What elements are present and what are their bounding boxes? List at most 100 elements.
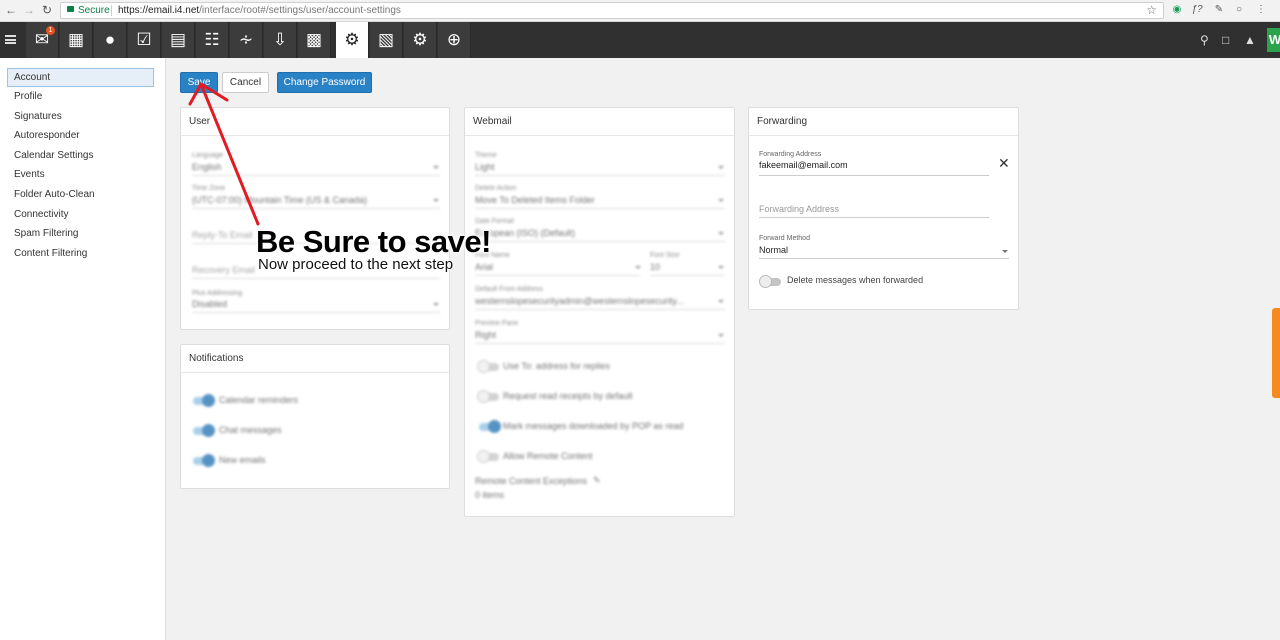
use-to-address-toggle[interactable] (477, 360, 499, 373)
files-button[interactable]: ⇩ (264, 22, 297, 58)
chat-icon[interactable]: □ (1222, 33, 1229, 47)
reload-icon[interactable]: ↻ (40, 3, 54, 17)
preview-pane-select[interactable]: Right (475, 330, 496, 340)
change-password-button[interactable]: Change Password (277, 72, 372, 93)
back-icon[interactable]: ← (4, 3, 18, 17)
add-button[interactable]: ⊕ (438, 22, 471, 58)
browser-menu-icon[interactable]: ⋮ (1254, 3, 1268, 17)
cancel-button[interactable]: Cancel (222, 72, 269, 93)
read-receipts-toggle[interactable] (477, 390, 499, 403)
secure-indicator[interactable]: Secure (67, 5, 110, 16)
eyedropper-extension-icon[interactable]: ✎ (1212, 3, 1226, 17)
admin-settings-button[interactable]: ⚙ (404, 22, 437, 58)
chevron-down-icon (433, 303, 439, 306)
calendar-reminders-toggle[interactable] (193, 394, 215, 407)
hamburger-menu-icon[interactable] (5, 35, 16, 44)
toggle-label: Allow Remote Content (503, 451, 593, 461)
user-card-title: User (189, 116, 211, 127)
reply-to-email-field[interactable]: Reply-To Email (192, 230, 253, 240)
sidebar-item-events[interactable]: Events (14, 169, 45, 180)
toggle-knob (202, 454, 215, 467)
plus-addressing-select[interactable]: Disabled (192, 299, 227, 309)
chat-messages-toggle[interactable] (193, 424, 215, 437)
sidebar-item-folder-auto-clean[interactable]: Folder Auto-Clean (14, 189, 95, 200)
chevron-down-icon (718, 199, 724, 202)
field-underline (759, 217, 989, 218)
forwarding-address-input[interactable]: fakeemail@email.com (759, 160, 848, 170)
edit-pencil-icon[interactable]: ✎ (593, 475, 601, 486)
field-underline (759, 175, 989, 176)
language-select[interactable]: English (192, 162, 222, 172)
app-toolbar: ✉ 1 ▦ ● ☑ ▤ ☷ ∻ ⇩ ▩ ⚙ ▧ ⚙ ⊕ ⚲ □ ▲ (0, 22, 1280, 58)
reports-button[interactable]: ▩ (298, 22, 331, 58)
new-emails-toggle[interactable] (193, 454, 215, 467)
field-underline (475, 275, 640, 276)
chevron-down-icon (433, 166, 439, 169)
chevron-down-icon (718, 334, 724, 337)
gear-icon: ⚙ (344, 30, 360, 49)
language-label: Language (192, 152, 224, 159)
bookmark-star-icon[interactable]: ☆ (1146, 3, 1157, 17)
web-extension-icon[interactable]: ○ (1232, 3, 1246, 17)
save-button[interactable]: Save (180, 72, 218, 93)
remote-content-exceptions-label: Remote Content Exceptions (475, 476, 588, 486)
new-forwarding-address-input[interactable]: Forwarding Address (759, 204, 839, 214)
settings-sidebar (0, 58, 166, 640)
rss-button[interactable]: ∻ (230, 22, 263, 58)
address-bar[interactable]: Secure https://email.i4.net/interface/ro… (60, 2, 1164, 19)
feedback-tab[interactable] (1272, 308, 1280, 398)
pop-mark-read-toggle[interactable] (479, 420, 501, 433)
tasks-button[interactable]: ☑ (128, 22, 161, 58)
grammarly-extension-icon[interactable]: ◉ (1170, 3, 1184, 17)
font-name-select[interactable]: Arial (475, 262, 493, 272)
sidebar-item-calendar-settings[interactable]: Calendar Settings (14, 150, 94, 161)
contacts-icon: ● (104, 30, 116, 49)
theme-select[interactable]: Light (475, 162, 495, 172)
default-from-select[interactable]: westernslopesecurityadmin@westernslopese… (475, 296, 710, 306)
close-icon[interactable]: ✕ (998, 156, 1010, 170)
toggle-knob (477, 450, 490, 463)
sidebar-item-autoresponder[interactable]: Autoresponder (14, 130, 80, 141)
forwarding-address-label: Forwarding Address (759, 151, 822, 158)
mail-unread-badge: 1 (46, 26, 55, 35)
toggle-label: Use To: address for replies (503, 361, 610, 371)
card-divider (181, 372, 449, 373)
timezone-select[interactable]: (UTC-07:00) Mountain Time (US & Canada) (192, 195, 367, 205)
sidebar-item-spam-filtering[interactable]: Spam Filtering (14, 228, 78, 239)
sidebar-item-profile[interactable]: Profile (14, 91, 42, 102)
calendar-button[interactable]: ▦ (60, 22, 93, 58)
forward-method-select[interactable]: Normal (759, 245, 788, 255)
sidebar-item-account[interactable]: Account (7, 68, 154, 87)
recovery-email-field[interactable]: Recovery Email (192, 265, 255, 275)
font-extension-icon[interactable]: ƒ? (1190, 3, 1204, 17)
notification-bell-icon[interactable]: ▲ (1244, 33, 1256, 47)
remote-content-toggle[interactable] (477, 450, 499, 463)
contacts-button[interactable]: ● (94, 22, 127, 58)
search-icon[interactable]: ⚲ (1200, 33, 1209, 47)
field-underline (192, 278, 440, 279)
preview-pane-label: Preview Pane (475, 320, 519, 327)
remote-content-exceptions-count: 0 items (475, 490, 505, 500)
sidebar-item-connectivity[interactable]: Connectivity (14, 209, 68, 220)
domain-settings-button[interactable]: ▧ (370, 22, 403, 58)
settings-button[interactable]: ⚙ (336, 22, 369, 58)
chevron-down-icon (718, 300, 724, 303)
field-underline (192, 175, 440, 176)
sidebar-item-content-filtering[interactable]: Content Filtering (14, 248, 87, 259)
forward-icon[interactable]: → (22, 3, 36, 17)
webmail-card-title: Webmail (473, 116, 512, 127)
mail-button[interactable]: ✉ 1 (26, 22, 59, 58)
user-avatar[interactable]: W (1267, 28, 1280, 52)
checkbox-icon: ☑ (136, 30, 152, 49)
delete-when-forwarded-toggle[interactable] (759, 275, 781, 288)
theme-label: Theme (475, 152, 497, 159)
delete-action-select[interactable]: Move To Deleted Items Folder (475, 195, 595, 205)
font-size-select[interactable]: 10 (650, 262, 660, 272)
bar-chart-icon: ▩ (305, 30, 323, 49)
notes-button[interactable]: ▤ (162, 22, 195, 58)
delete-action-label: Delete Action (475, 185, 517, 192)
url-text: https://email.i4.net/interface/root#/set… (118, 5, 401, 16)
annotation-title: Be Sure to save! (256, 224, 491, 259)
sidebar-item-signatures[interactable]: Signatures (14, 111, 62, 122)
hierarchy-button[interactable]: ☷ (196, 22, 229, 58)
